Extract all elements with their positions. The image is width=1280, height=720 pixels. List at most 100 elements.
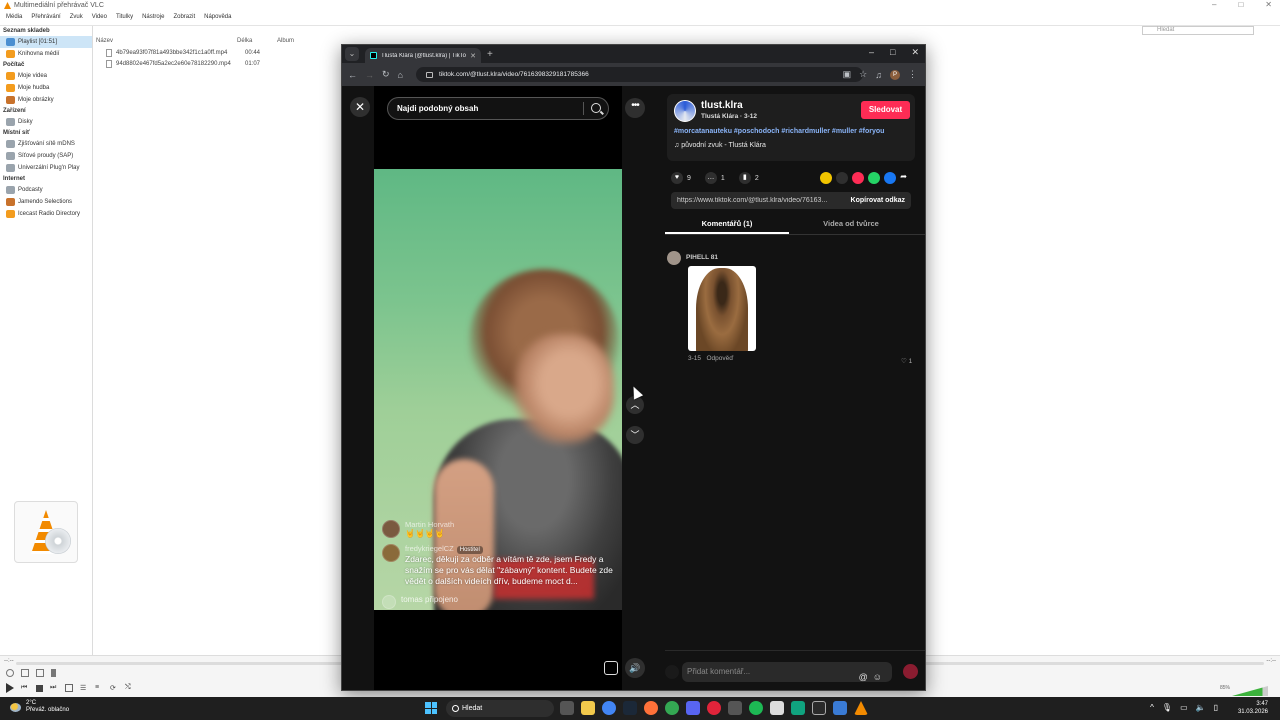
- back-icon[interactable]: ←: [348, 70, 357, 80]
- profile-avatar[interactable]: P: [890, 69, 900, 80]
- comment-like[interactable]: ♡ 1: [901, 357, 912, 365]
- browser-tab[interactable]: Tlustá Klára (@tlust.klra) | TikTok ✕: [365, 48, 481, 63]
- menu-playback[interactable]: Přehrávání: [31, 14, 60, 20]
- sidebar-item-discs[interactable]: Disky: [0, 116, 92, 128]
- start-button[interactable]: [425, 702, 437, 714]
- facebook-icon[interactable]: [884, 172, 897, 184]
- tab-comments[interactable]: Komentářů (1): [665, 215, 789, 234]
- volume-slider[interactable]: [1232, 686, 1268, 696]
- weather-widget[interactable]: 2°C Převáž. oblačno: [10, 700, 69, 714]
- forward-icon[interactable]: →: [365, 70, 374, 80]
- home-icon[interactable]: ⌂: [398, 70, 403, 80]
- next-video-button[interactable]: ﹀: [626, 426, 644, 444]
- steam-icon[interactable]: [623, 701, 637, 715]
- maximize-icon[interactable]: □: [890, 47, 895, 58]
- playlist-row[interactable]: 94d8802e467fd5a2ec2e60e78182290.mp4 01:0…: [106, 59, 260, 68]
- sidebar-item-music[interactable]: Moje hudba: [0, 82, 92, 94]
- stop-button[interactable]: [36, 684, 43, 692]
- play-button[interactable]: [6, 683, 14, 693]
- menu-view[interactable]: Zobrazit: [173, 14, 195, 20]
- comment-author[interactable]: PIHELL 81: [686, 254, 718, 261]
- extended-settings-icon[interactable]: ☰: [80, 684, 88, 692]
- chrome-alt-icon[interactable]: [665, 701, 679, 715]
- record-icon[interactable]: [6, 669, 14, 677]
- close-video-button[interactable]: ✕: [350, 97, 370, 117]
- microphone-icon[interactable]: 🎙: [1162, 703, 1172, 712]
- sidebar-item-sap[interactable]: Síťové proudy (SAP): [0, 150, 92, 162]
- sidebar-item-upnp[interactable]: Univerzální Plug'n Play: [0, 162, 92, 174]
- volume-icon[interactable]: 🔊: [625, 658, 645, 678]
- chevron-up-icon[interactable]: ^: [1150, 703, 1154, 712]
- next-icon[interactable]: ⏭: [50, 684, 58, 692]
- chrome-icon[interactable]: [602, 701, 616, 715]
- loop-ab-icon[interactable]: [36, 669, 44, 677]
- loop-icon[interactable]: ⟳: [110, 684, 118, 692]
- app-icon[interactable]: [791, 701, 805, 715]
- previous-icon[interactable]: ⏮: [21, 684, 29, 692]
- send-to-friends-icon[interactable]: [852, 172, 865, 184]
- tab-search-icon[interactable]: ⌄: [345, 47, 359, 61]
- minimize-icon[interactable]: –: [869, 47, 874, 58]
- whatsapp-icon[interactable]: [868, 172, 881, 184]
- opera-icon[interactable]: [707, 701, 721, 715]
- shuffle-icon[interactable]: ⤭: [125, 684, 133, 692]
- coin-icon[interactable]: [820, 172, 833, 184]
- more-options-button[interactable]: •••: [625, 98, 645, 118]
- clock[interactable]: 3:47 31.03.2026: [1238, 700, 1268, 716]
- sidebar-item-playlist[interactable]: Playlist [01:51]: [0, 36, 92, 48]
- sidebar-item-videos[interactable]: Moje videa: [0, 70, 92, 82]
- playlist-search-input[interactable]: Hledat: [1142, 26, 1254, 35]
- author-handle[interactable]: tlust.klra: [701, 100, 743, 111]
- comment-input[interactable]: Přidat komentář... @ ☺: [682, 662, 892, 682]
- comment-icon[interactable]: …: [704, 172, 717, 184]
- snapshot-icon[interactable]: [21, 669, 29, 677]
- app-icon[interactable]: [833, 701, 847, 715]
- menu-help[interactable]: Nápověda: [204, 14, 231, 20]
- spotify-icon[interactable]: [749, 701, 763, 715]
- menu-tools[interactable]: Nástroje: [142, 14, 164, 20]
- column-album[interactable]: Album: [277, 38, 294, 46]
- share-url[interactable]: https://www.tiktok.com/@tlust.klra/video…: [671, 197, 845, 204]
- discord-icon[interactable]: [686, 701, 700, 715]
- app-icon[interactable]: [770, 701, 784, 715]
- network-icon[interactable]: ▭: [1180, 703, 1188, 712]
- address-bar[interactable]: tiktok.com/@tlust.klra/video/76163983291…: [416, 67, 863, 82]
- reload-icon[interactable]: ↻: [382, 69, 390, 80]
- embed-icon[interactable]: [836, 172, 849, 184]
- tab-creator-videos[interactable]: Videa od tvůrce: [789, 215, 913, 234]
- firefox-icon[interactable]: [644, 701, 658, 715]
- menu-subtitles[interactable]: Titulky: [116, 14, 133, 20]
- close-icon[interactable]: ✕: [1265, 0, 1272, 9]
- battery-icon[interactable]: ▯: [1214, 703, 1218, 712]
- bookmark-star-icon[interactable]: ☆: [859, 69, 867, 80]
- sidebar-item-icecast[interactable]: Icecast Radio Directory: [0, 208, 92, 220]
- author-avatar[interactable]: [674, 100, 696, 122]
- chrome-menu-icon[interactable]: ⋮: [908, 69, 917, 80]
- new-tab-icon[interactable]: +: [487, 49, 493, 60]
- speaker-icon[interactable]: 🔈: [1196, 703, 1206, 712]
- frame-step-icon[interactable]: [51, 669, 59, 677]
- copy-link-button[interactable]: Kopírovat odkaz: [845, 197, 911, 204]
- install-app-icon[interactable]: ▣: [843, 69, 852, 80]
- sidebar-item-library[interactable]: Knihovna médií: [0, 48, 92, 60]
- minimize-icon[interactable]: –: [1212, 0, 1216, 9]
- sidebar-item-jamendo[interactable]: Jamendo Selections: [0, 196, 92, 208]
- follow-button[interactable]: Sledovat: [861, 101, 910, 119]
- send-comment-button[interactable]: [903, 664, 918, 679]
- openai-icon[interactable]: [812, 701, 826, 715]
- close-icon[interactable]: ✕: [911, 47, 919, 58]
- bookmark-icon[interactable]: ▮: [738, 172, 751, 184]
- hashtags[interactable]: #morcatanauteku #poschodoch #richardmull…: [674, 128, 884, 135]
- taskbar-search[interactable]: Hledat: [446, 700, 554, 717]
- sidebar-item-podcasts[interactable]: Podcasty: [0, 184, 92, 196]
- tab-close-icon[interactable]: ✕: [470, 52, 476, 60]
- menu-audio[interactable]: Zvuk: [70, 14, 83, 20]
- site-info-icon[interactable]: [426, 71, 433, 78]
- similar-content-search[interactable]: Najdi podobný obsah: [387, 97, 609, 120]
- like-icon[interactable]: ♥: [671, 172, 683, 184]
- fullscreen-icon[interactable]: [65, 684, 73, 692]
- search-icon[interactable]: [591, 103, 601, 113]
- vlc-icon[interactable]: [854, 701, 868, 715]
- file-explorer-icon[interactable]: [581, 701, 595, 715]
- column-duration[interactable]: Délka: [237, 38, 252, 46]
